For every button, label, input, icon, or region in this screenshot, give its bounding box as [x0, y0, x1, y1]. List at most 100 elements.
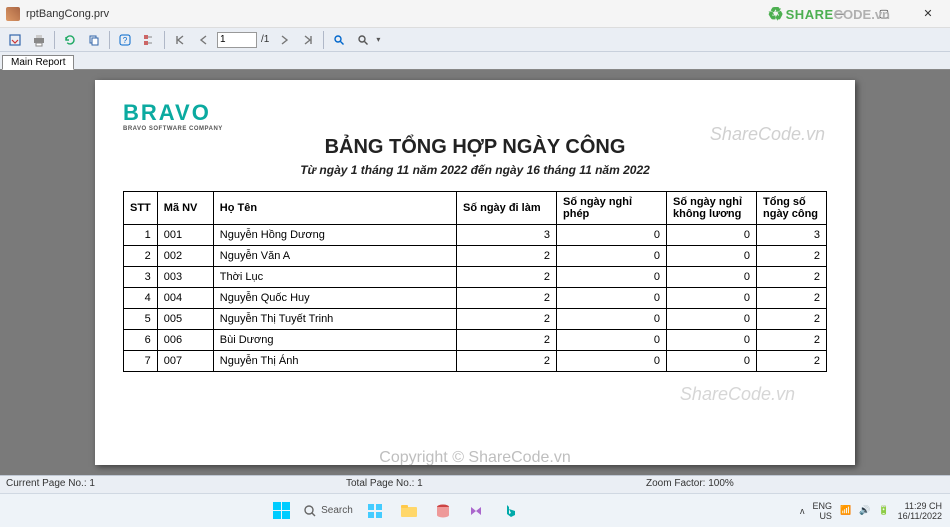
- cell-khongluong: 0: [667, 330, 757, 351]
- first-page-button[interactable]: [169, 30, 191, 50]
- toolbar-separator: [164, 31, 165, 49]
- table-row: 6006Bùi Dương2002: [124, 330, 827, 351]
- cell-stt: 1: [124, 225, 158, 246]
- col-dilam: Số ngày đi làm: [457, 192, 557, 225]
- last-page-button[interactable]: [297, 30, 319, 50]
- chevron-down-icon[interactable]: ▾: [376, 35, 380, 44]
- volume-icon[interactable]: 🔊: [859, 505, 870, 516]
- cell-hoten: Nguyễn Văn A: [213, 246, 456, 267]
- watermark: ShareCode.vn: [680, 384, 795, 405]
- cell-dilam: 2: [457, 351, 557, 372]
- toggle-tree-button[interactable]: [138, 30, 160, 50]
- close-button[interactable]: ✕: [906, 0, 950, 28]
- cell-tong: 2: [757, 330, 827, 351]
- zoom-button[interactable]: [352, 30, 374, 50]
- cell-stt: 2: [124, 246, 158, 267]
- wifi-icon[interactable]: 📶: [840, 505, 851, 516]
- cell-hoten: Nguyễn Thị Tuyết Trinh: [213, 309, 456, 330]
- status-total-page: Total Page No.: 1: [340, 476, 640, 493]
- page-number-input[interactable]: [217, 32, 257, 48]
- cell-dilam: 2: [457, 309, 557, 330]
- cell-tong: 2: [757, 246, 827, 267]
- cell-stt: 5: [124, 309, 158, 330]
- status-current-page: Current Page No.: 1: [0, 476, 340, 493]
- cell-nghiphep: 0: [557, 330, 667, 351]
- cell-tong: 2: [757, 267, 827, 288]
- report-title: BẢNG TỔNG HỢP NGÀY CÔNG: [123, 136, 827, 159]
- cell-stt: 4: [124, 288, 158, 309]
- sharecode-logo: ♻ SHARE CODE.vn: [768, 4, 891, 25]
- cell-khongluong: 0: [667, 267, 757, 288]
- col-stt: STT: [124, 192, 158, 225]
- col-nghiphep: Số ngày nghỉ phép: [557, 192, 667, 225]
- explorer-icon[interactable]: [397, 499, 421, 523]
- col-tong: Tổng số ngày công: [757, 192, 827, 225]
- language-indicator[interactable]: ENGUS: [812, 501, 832, 521]
- cell-dilam: 2: [457, 288, 557, 309]
- cell-tong: 3: [757, 225, 827, 246]
- cell-dilam: 3: [457, 225, 557, 246]
- cell-nghiphep: 0: [557, 267, 667, 288]
- brand-text-1: SHARE: [786, 7, 834, 22]
- bing-icon[interactable]: [499, 499, 523, 523]
- cell-hoten: Nguyễn Thị Ánh: [213, 351, 456, 372]
- report-table: STT Mã NV Họ Tên Số ngày đi làm Số ngày …: [123, 191, 827, 372]
- cell-dilam: 2: [457, 330, 557, 351]
- print-button[interactable]: [28, 30, 50, 50]
- tab-strip: Main Report: [0, 52, 950, 70]
- cell-khongluong: 0: [667, 351, 757, 372]
- cell-khongluong: 0: [667, 246, 757, 267]
- table-row: 2002Nguyễn Văn A2002: [124, 246, 827, 267]
- cell-manv: 004: [157, 288, 213, 309]
- chevron-up-icon[interactable]: ᴧ: [800, 506, 805, 516]
- cell-dilam: 2: [457, 246, 557, 267]
- cell-manv: 006: [157, 330, 213, 351]
- visualstudio-icon[interactable]: [465, 499, 489, 523]
- prev-page-button[interactable]: [193, 30, 215, 50]
- cell-nghiphep: 0: [557, 246, 667, 267]
- cell-manv: 002: [157, 246, 213, 267]
- cell-manv: 001: [157, 225, 213, 246]
- cell-tong: 2: [757, 309, 827, 330]
- copy-button[interactable]: [83, 30, 105, 50]
- start-button[interactable]: [269, 499, 293, 523]
- toolbar-separator: [54, 31, 55, 49]
- cell-hoten: Bùi Dương: [213, 330, 456, 351]
- cell-nghiphep: 0: [557, 309, 667, 330]
- table-row: 4004Nguyễn Quốc Huy2002: [124, 288, 827, 309]
- report-page: ShareCode.vn BRAVO BRAVO SOFTWARE COMPAN…: [95, 80, 855, 465]
- tab-main-report[interactable]: Main Report: [2, 55, 74, 70]
- task-icon[interactable]: [363, 499, 387, 523]
- search-button[interactable]: Search: [303, 499, 353, 523]
- col-manv: Mã NV: [157, 192, 213, 225]
- taskbar-center: Search: [0, 499, 792, 523]
- cell-khongluong: 0: [667, 225, 757, 246]
- recycle-icon: ♻: [768, 4, 784, 25]
- next-page-button[interactable]: [273, 30, 295, 50]
- col-hoten: Họ Tên: [213, 192, 456, 225]
- cell-khongluong: 0: [667, 309, 757, 330]
- taskbar: Search ᴧ ENGUS 📶 🔊 🔋 11:29 CH16/11/2022: [0, 493, 950, 527]
- brand-text-2: CODE.vn: [834, 7, 890, 22]
- battery-icon[interactable]: 🔋: [878, 505, 889, 516]
- window-title: rptBangCong.prv: [26, 8, 818, 20]
- cell-tong: 2: [757, 288, 827, 309]
- logo-text: BRAVO: [123, 100, 827, 126]
- company-logo: BRAVO BRAVO SOFTWARE COMPANY: [123, 100, 827, 132]
- find-button[interactable]: [328, 30, 350, 50]
- cell-hoten: Nguyễn Hồng Dương: [213, 225, 456, 246]
- svg-text:?: ?: [123, 36, 128, 45]
- refresh-button[interactable]: [59, 30, 81, 50]
- cell-tong: 2: [757, 351, 827, 372]
- table-row: 3003Thời Lục2002: [124, 267, 827, 288]
- table-row: 7007Nguyễn Thị Ánh2002: [124, 351, 827, 372]
- toolbar-separator: [109, 31, 110, 49]
- cell-manv: 007: [157, 351, 213, 372]
- clock[interactable]: 11:29 CH16/11/2022: [898, 501, 942, 521]
- report-viewer[interactable]: ShareCode.vn BRAVO BRAVO SOFTWARE COMPAN…: [0, 70, 950, 475]
- toggle-params-button[interactable]: ?: [114, 30, 136, 50]
- status-zoom: Zoom Factor: 100%: [640, 476, 740, 493]
- export-button[interactable]: [4, 30, 26, 50]
- sqlserver-icon[interactable]: [431, 499, 455, 523]
- cell-manv: 005: [157, 309, 213, 330]
